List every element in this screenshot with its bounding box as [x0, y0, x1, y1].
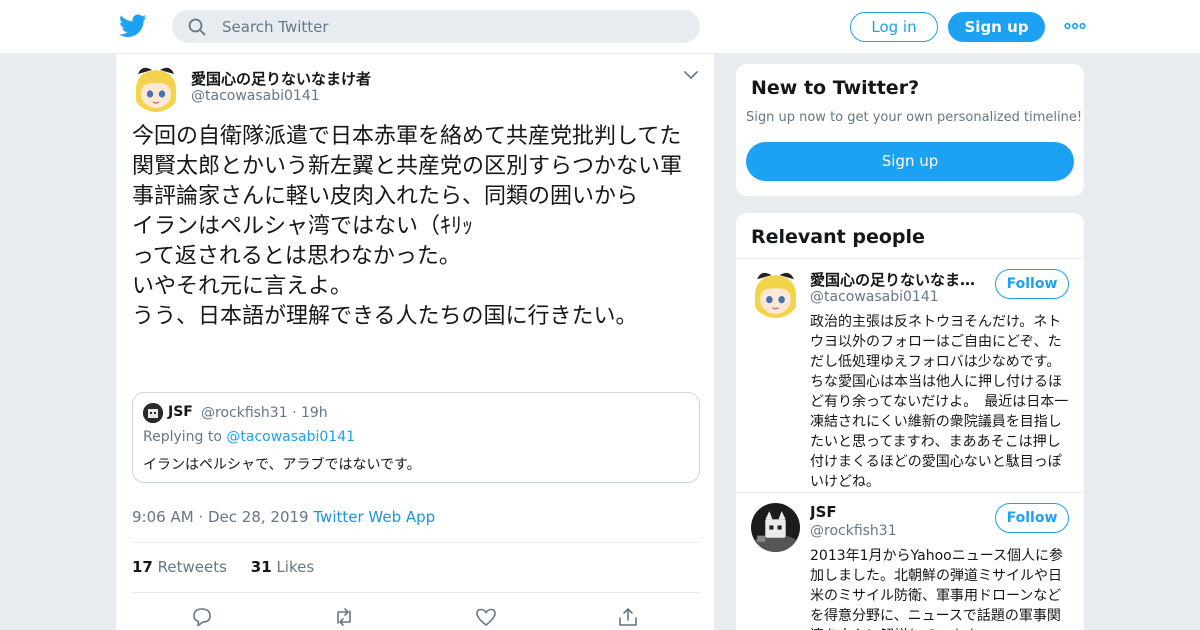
- new-to-twitter-title: New to Twitter?: [751, 77, 920, 99]
- divider: [132, 592, 700, 593]
- divider: [132, 542, 700, 543]
- person-name[interactable]: JSF: [810, 503, 837, 521]
- quoted-author-avatar: [143, 403, 163, 423]
- tweet-metadata: 9:06 AM · Dec 28, 2019 Twitter Web App: [132, 508, 435, 526]
- robot-avatar-image: [143, 403, 163, 423]
- retweet-icon[interactable]: [333, 606, 355, 628]
- author-avatar[interactable]: [132, 64, 180, 112]
- search-input[interactable]: [222, 10, 682, 43]
- person-avatar[interactable]: [751, 269, 800, 318]
- anime-avatar-image: [132, 64, 180, 112]
- likes-label: Likes: [276, 558, 315, 576]
- divider: [736, 258, 1084, 259]
- person-handle[interactable]: @rockfish31: [810, 523, 897, 539]
- chevron-down-icon[interactable]: [684, 70, 698, 80]
- relevant-people-card: Relevant people 愛国心の足りないなま… @tacowasabi0…: [735, 212, 1085, 630]
- sidebar-signup-button[interactable]: Sign up: [746, 142, 1074, 181]
- login-button[interactable]: Log in: [850, 12, 938, 42]
- search-bar[interactable]: [172, 10, 700, 43]
- replying-to-link[interactable]: @tacowasabi0141: [226, 429, 355, 445]
- new-to-twitter-card: New to Twitter? Sign up now to get your …: [735, 63, 1085, 197]
- retweets-stat[interactable]: 17 Retweets: [132, 558, 227, 576]
- top-navigation-bar: Log in Sign up: [0, 0, 1200, 54]
- follow-button[interactable]: Follow: [995, 269, 1069, 299]
- signup-button[interactable]: Sign up: [948, 12, 1045, 42]
- quoted-tweet[interactable]: JSF @rockfish31 · 19h Replying to @tacow…: [132, 392, 700, 483]
- quoted-time: 19h: [300, 405, 328, 421]
- retweets-label: Retweets: [157, 558, 227, 576]
- quoted-separator: ·: [292, 405, 297, 421]
- likes-count: 31: [250, 558, 272, 576]
- replying-prefix: Replying to: [143, 429, 222, 445]
- person-avatar[interactable]: [751, 503, 800, 552]
- tweet-date[interactable]: Dec 28, 2019: [208, 508, 309, 526]
- quoted-author-handle: @rockfish31 · 19h: [201, 405, 328, 421]
- share-icon[interactable]: [617, 606, 639, 628]
- quoted-handle-text: @rockfish31: [201, 405, 288, 421]
- tweet-stats: 17 Retweets 31 Likes: [132, 558, 314, 576]
- tweet-text: 今回の自衛隊派遣で日本赤軍を絡めて共産党批判してた関賢太郎とかいう新左翼と共産党…: [132, 124, 683, 329]
- person-bio: 政治的主張は反ネトウヨそんだけ。ネトウヨ以外のフォローはご自由にどぞ、ただし低処…: [810, 314, 1069, 490]
- reply-icon[interactable]: [191, 606, 213, 628]
- new-to-twitter-subtitle: Sign up now to get your own personalized…: [746, 110, 1083, 125]
- robot-avatar-image: [751, 503, 800, 552]
- author-handle[interactable]: @tacowasabi0141: [191, 88, 320, 104]
- anime-avatar-image: [751, 269, 800, 318]
- quoted-author-name: JSF: [168, 404, 193, 420]
- tweet-source-link[interactable]: Twitter Web App: [313, 508, 435, 526]
- relevant-people-title: Relevant people: [751, 226, 925, 248]
- person-name[interactable]: 愛国心の足りないなま…: [810, 269, 975, 290]
- tweet-time[interactable]: 9:06 AM: [132, 508, 194, 526]
- more-options-icon[interactable]: [1064, 19, 1086, 33]
- divider: [736, 492, 1084, 493]
- replying-to-line: Replying to @tacowasabi0141: [143, 429, 355, 445]
- search-icon: [188, 18, 206, 36]
- person-handle[interactable]: @tacowasabi0141: [810, 289, 939, 305]
- meta-separator: ·: [198, 508, 204, 526]
- likes-stat[interactable]: 31 Likes: [251, 558, 314, 576]
- author-name[interactable]: 愛国心の足りないなまけ者: [191, 68, 371, 89]
- retweets-count: 17: [132, 558, 153, 576]
- quoted-tweet-text: イランはペルシャで、アラブではないです。: [143, 457, 421, 473]
- tweet-card: 愛国心の足りないなまけ者 @tacowasabi0141 今回の自衛隊派遣で日本…: [115, 54, 715, 630]
- person-bio: 2013年1月からYahooニュース個人に参加しました。北朝鮮の弾道ミサイルや日…: [810, 548, 1064, 630]
- follow-button[interactable]: Follow: [995, 503, 1069, 533]
- twitter-bird-icon[interactable]: [119, 13, 147, 39]
- like-icon[interactable]: [475, 606, 497, 628]
